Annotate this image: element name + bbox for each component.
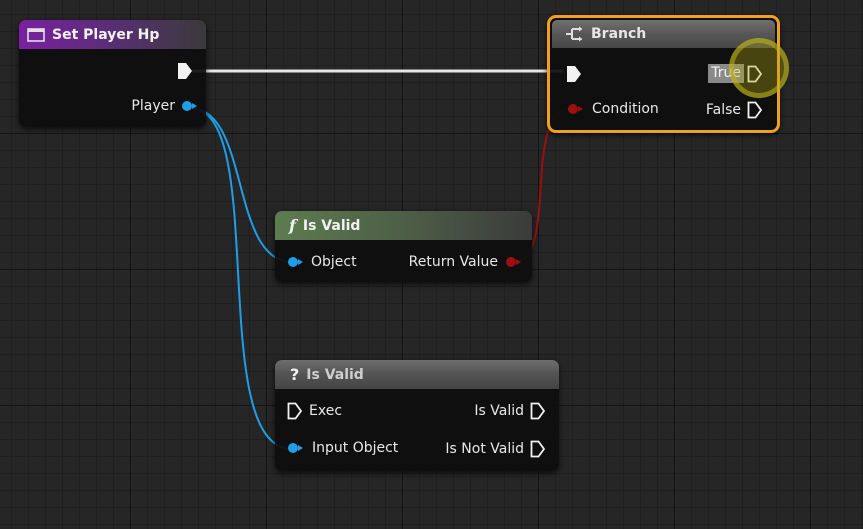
is-valid-macro-title: Is Valid: [306, 366, 364, 383]
false-pin-row[interactable]: False: [706, 101, 763, 119]
return-value-pin[interactable]: [506, 257, 521, 267]
question-icon: ?: [290, 365, 300, 384]
condition-pin-label: Condition: [592, 101, 659, 117]
false-pin-label: False: [705, 102, 741, 118]
set-player-hp-header[interactable]: Set Player Hp: [19, 20, 206, 49]
exec-pin-row[interactable]: Exec: [287, 402, 342, 420]
false-exec-pin[interactable]: [747, 101, 763, 119]
exec-pin-label: Exec: [309, 403, 343, 419]
is-valid-exec-pin[interactable]: [530, 402, 546, 420]
function-icon: f: [289, 216, 296, 235]
is-not-valid-pin-row[interactable]: Is Not Valid: [445, 440, 546, 458]
input-object-pin-row[interactable]: Input Object: [288, 440, 398, 456]
set-player-hp-title: Set Player Hp: [52, 26, 160, 43]
object-pin-label: Object: [311, 254, 357, 270]
player-pin-label: Player: [131, 98, 175, 114]
exec-in-pin[interactable]: [566, 65, 582, 83]
set-player-hp-node[interactable]: Set Player Hp Player: [19, 20, 206, 127]
input-object-pin[interactable]: [288, 443, 303, 453]
is-not-valid-pin-label: Is Not Valid: [445, 441, 524, 457]
object-pin[interactable]: [288, 257, 303, 267]
is-valid-pin-row[interactable]: Is Valid: [474, 402, 546, 420]
is-valid-macro-node[interactable]: ? Is Valid Exec Input Object Is Valid Is…: [275, 360, 559, 471]
input-object-pin-label: Input Object: [312, 440, 399, 456]
exec-in-pin[interactable]: [287, 402, 303, 420]
exec-out-pin-row[interactable]: [177, 62, 193, 80]
is-valid-pin-label: Is Valid: [474, 403, 524, 419]
return-value-pin-label: Return Value: [408, 254, 498, 270]
branch-icon: [566, 26, 583, 42]
object-pin-row[interactable]: Object: [288, 254, 357, 270]
player-pin-row[interactable]: Player: [131, 98, 197, 114]
branch-title: Branch: [591, 26, 647, 42]
is-not-valid-exec-pin[interactable]: [530, 440, 546, 458]
player-pin[interactable]: [182, 101, 197, 111]
condition-pin[interactable]: [568, 104, 583, 114]
is-valid-function-title: Is Valid: [302, 217, 361, 234]
cursor-highlight: [729, 38, 789, 98]
exec-out-pin[interactable]: [177, 62, 193, 80]
is-valid-function-node[interactable]: f Is Valid Object Return Value: [275, 211, 532, 282]
condition-pin-row[interactable]: Condition: [568, 101, 659, 117]
return-value-pin-row[interactable]: Return Value: [408, 254, 521, 270]
is-valid-function-header[interactable]: f Is Valid: [275, 211, 532, 240]
branch-exec-in-row[interactable]: [566, 65, 582, 83]
is-valid-macro-header[interactable]: ? Is Valid: [275, 360, 559, 389]
function-graph-icon: [27, 27, 45, 42]
